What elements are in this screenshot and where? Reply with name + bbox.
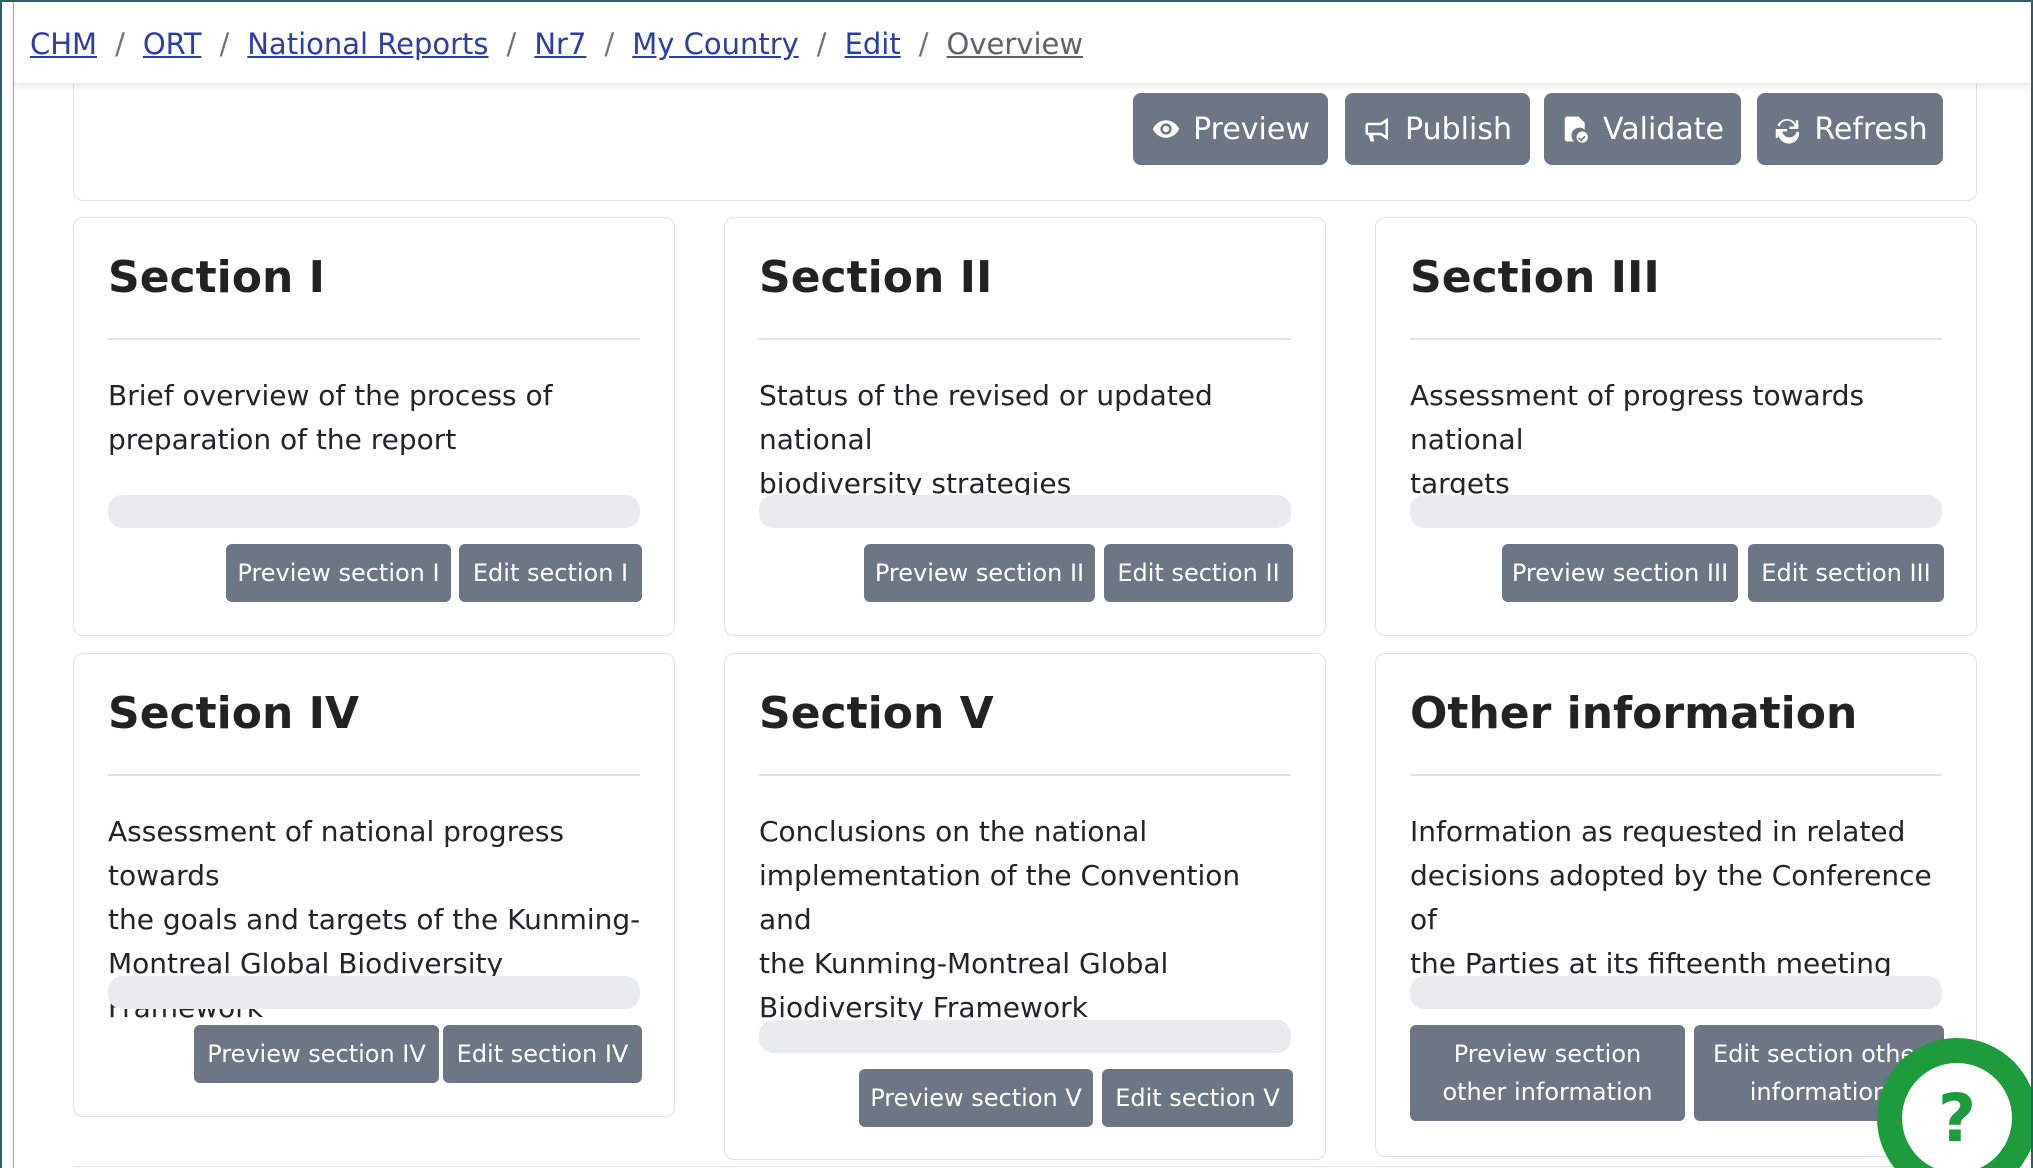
breadcrumb-edit[interactable]: Edit [845,27,901,61]
file-check-icon [1564,116,1588,143]
section-title: Section IV [108,688,360,739]
section-description: Information as requested in related deci… [1410,815,1932,980]
section-description: Assessment of progress towards national … [1410,379,1865,500]
validate-button-label: Validate [1603,111,1724,147]
section-card-3: Section III Assessment of progress towar… [1375,217,1977,636]
breadcrumb-ort[interactable]: ORT [143,27,202,61]
refresh-button[interactable]: Refresh [1757,93,1943,165]
breadcrumb: CHM / ORT / National Reports / Nr7 / My … [14,4,2031,84]
section-title: Section III [1410,252,1660,303]
edit-section-button[interactable]: Edit section II [1104,544,1293,602]
validate-button[interactable]: Validate [1544,93,1741,165]
breadcrumb-my-country[interactable]: My Country [632,27,799,61]
breadcrumb-separator: / [604,26,615,61]
app-frame: CHM / ORT / National Reports / Nr7 / My … [0,0,2033,1168]
preview-button[interactable]: Preview [1133,93,1328,165]
breadcrumb-separator: / [506,26,517,61]
section-title: Section II [759,252,993,303]
breadcrumb-separator: / [918,26,929,61]
preview-button-label: Preview [1193,111,1310,147]
breadcrumb-nr7[interactable]: Nr7 [534,27,586,61]
section-card-5: Section V Conclusions on the national im… [724,653,1326,1160]
section-progress-bar [759,1020,1291,1053]
divider [759,774,1291,776]
divider [108,338,640,340]
breadcrumb-overview[interactable]: Overview [947,27,1084,61]
edit-section-button[interactable]: Edit section I [459,544,642,602]
divider [73,1166,1977,1167]
divider [108,774,640,776]
refresh-icon [1776,118,1800,144]
preview-section-button[interactable]: Preview section III [1502,544,1738,602]
section-card-4: Section IV Assessment of national progre… [73,653,675,1117]
section-card-2: Section II Status of the revised or upda… [724,217,1326,636]
breadcrumb-separator: / [115,26,125,61]
edit-section-button[interactable]: Edit section V [1102,1069,1293,1127]
eye-icon [1152,120,1180,138]
breadcrumb-chm[interactable]: CHM [30,27,97,61]
preview-section-button[interactable]: Preview section IV [194,1025,439,1083]
section-card-1: Section I Brief overview of the process … [73,217,675,636]
preview-section-button[interactable]: Preview section I [226,544,451,602]
divider [1410,774,1942,776]
frame-divider [13,2,14,1168]
section-description: Status of the revised or updated nationa… [759,379,1213,500]
preview-section-button[interactable]: Preview section II [864,544,1095,602]
preview-section-button[interactable]: Preview section other information [1410,1025,1685,1121]
section-progress-bar [1410,495,1942,528]
section-title: Other information [1410,688,1858,739]
refresh-button-label: Refresh [1814,111,1928,147]
breadcrumb-national-reports[interactable]: National Reports [247,27,488,61]
edit-section-button[interactable]: Edit section IV [443,1025,642,1083]
section-progress-bar [108,976,640,1009]
section-progress-bar [1410,976,1942,1009]
section-title: Section V [759,688,994,739]
section-progress-bar [759,495,1291,528]
publish-button-label: Publish [1405,111,1512,147]
section-title: Section I [108,252,325,303]
megaphone-icon [1365,117,1389,142]
question-icon: ? [1902,1063,2012,1168]
section-description: Brief overview of the process of prepara… [108,379,553,456]
publish-button[interactable]: Publish [1345,93,1530,165]
section-description: Conclusions on the national implementati… [759,815,1241,1024]
breadcrumb-separator: / [816,26,827,61]
divider [1410,338,1942,340]
section-progress-bar [108,495,640,528]
breadcrumb-separator: / [219,26,230,61]
divider [759,338,1291,340]
edit-section-button[interactable]: Edit section III [1748,544,1944,602]
preview-section-button[interactable]: Preview section V [859,1069,1093,1127]
